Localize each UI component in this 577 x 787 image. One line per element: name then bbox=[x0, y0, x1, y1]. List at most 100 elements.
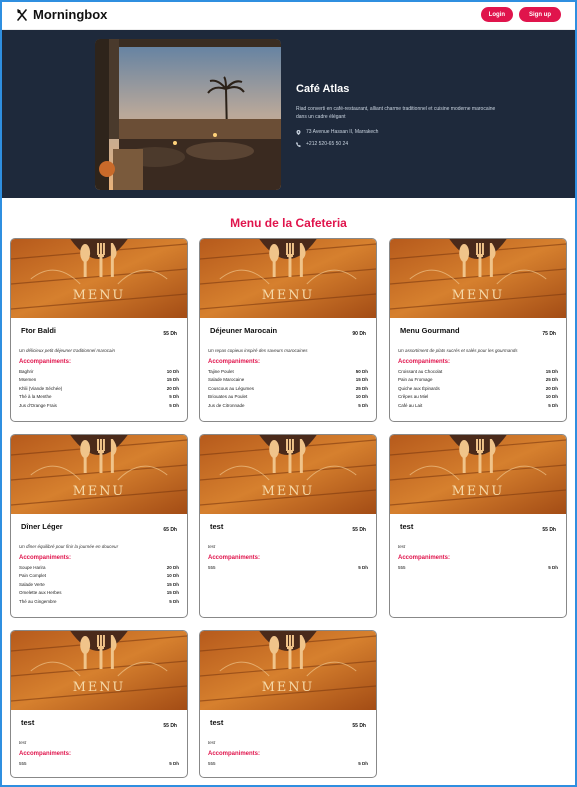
svg-text:MENU: MENU bbox=[73, 484, 125, 499]
menu-card[interactable]: MENU test 55 Dh test Accompaniments: 555… bbox=[199, 434, 377, 618]
accompaniment-item: Jus d'Orange Frais 5 Dh bbox=[19, 401, 179, 410]
accompaniment-name: Omelette aux Herbes bbox=[19, 590, 62, 596]
menu-card-title: test bbox=[21, 718, 35, 727]
accompaniment-name: 555 bbox=[19, 760, 27, 766]
accompaniment-name: Café au Lait bbox=[398, 402, 423, 408]
accompaniment-item: Pain au Fromage 25 Dh bbox=[398, 376, 558, 385]
utensils-icon bbox=[17, 8, 27, 21]
accompaniment-item: Baghrir 10 Dh bbox=[19, 367, 179, 376]
accompaniment-name: Khlii (Viande Séchée) bbox=[19, 385, 63, 391]
accompaniments-heading: Accompaniments: bbox=[398, 359, 451, 365]
accompaniment-item: Jus de Citronnade 5 Dh bbox=[208, 401, 368, 410]
cafe-photo bbox=[95, 39, 281, 190]
accompaniment-item: Msemen 15 Dh bbox=[19, 376, 179, 385]
accompaniment-item: Soupe Harira 20 Dh bbox=[19, 563, 179, 572]
menu-card[interactable]: MENU Menu Gourmand 75 Dh Un assortiment … bbox=[389, 238, 567, 422]
accompaniment-name: Jus de Citronnade bbox=[208, 402, 245, 408]
svg-text:MENU: MENU bbox=[452, 288, 504, 303]
menu-card-description: Un repas copieux inspiré des saveurs mar… bbox=[208, 348, 308, 353]
accompaniment-item: Thé au Gingembre 5 Dh bbox=[19, 597, 179, 606]
menu-card-title: test bbox=[400, 522, 414, 531]
accompaniment-price: 5 Dh bbox=[358, 564, 368, 570]
accompaniment-item: Pain Complet 10 Dh bbox=[19, 572, 179, 581]
cafe-address: 73 Avenue Hassan II, Marrakech bbox=[296, 129, 496, 135]
login-button[interactable]: Login bbox=[480, 7, 513, 22]
accompaniment-price: 25 Dh bbox=[545, 377, 558, 383]
navbar: Morningbox Login Sign up bbox=[0, 0, 577, 30]
accompaniment-name: 555 bbox=[208, 564, 216, 570]
menu-card-title: test bbox=[210, 522, 224, 531]
accompaniment-name: Salade Verte bbox=[19, 581, 45, 587]
accompaniment-name: Pain au Fromage bbox=[398, 377, 433, 383]
accompaniment-price: 15 Dh bbox=[166, 590, 179, 596]
cafe-description: Riad converti en café-restaurant, allian… bbox=[296, 106, 496, 120]
menu-card-price: 55 Dh bbox=[542, 527, 556, 533]
menu-card-description: test bbox=[398, 544, 406, 549]
menu-card-description: test bbox=[19, 740, 27, 745]
menu-card[interactable]: MENU Ftor Baldi 55 Dh Un délicieux petit… bbox=[10, 238, 188, 422]
accompaniment-item: Thé à la Menthe 5 Dh bbox=[19, 393, 179, 402]
accompaniment-price: 5 Dh bbox=[169, 394, 179, 400]
menu-card-title: Menu Gourmand bbox=[400, 326, 460, 335]
menu-card-price: 90 Dh bbox=[352, 331, 366, 337]
menu-card-title: Déjeuner Marocain bbox=[210, 326, 278, 335]
accompaniments-heading: Accompaniments: bbox=[19, 359, 72, 365]
accompaniment-name: Thé au Gingembre bbox=[19, 598, 57, 604]
menu-card[interactable]: MENU Déjeuner Marocain 90 Dh Un repas co… bbox=[199, 238, 377, 422]
accompaniment-item: 555 5 Dh bbox=[208, 759, 368, 768]
menu-card-price: 55 Dh bbox=[352, 723, 366, 729]
menu-card-price: 75 Dh bbox=[542, 331, 556, 337]
accompaniment-item: Quiche aux Épinards 20 Dh bbox=[398, 384, 558, 393]
accompaniment-item: Crêpes au Miel 10 Dh bbox=[398, 393, 558, 402]
accompaniments-heading: Accompaniments: bbox=[398, 555, 451, 561]
accompaniment-price: 20 Dh bbox=[166, 385, 179, 391]
accompaniment-item: Tajine Poulet 50 Dh bbox=[208, 367, 368, 376]
menu-card[interactable]: MENU Dîner Léger 65 Dh Un dîner équilibr… bbox=[10, 434, 188, 618]
menu-card-description: Un délicieux petit déjeuner traditionnel… bbox=[19, 348, 116, 353]
accompaniment-price: 15 Dh bbox=[355, 377, 368, 383]
location-pin-icon bbox=[296, 129, 301, 135]
cafe-phone: +212 520-65 50 24 bbox=[296, 141, 496, 147]
accompaniment-name: Soupe Harira bbox=[19, 564, 46, 570]
accompaniment-item: Briouates au Poulet 10 Dh bbox=[208, 393, 368, 402]
signup-button[interactable]: Sign up bbox=[519, 7, 561, 22]
accompaniment-item: Café au Lait 5 Dh bbox=[398, 401, 558, 410]
brand[interactable]: Morningbox bbox=[16, 7, 107, 22]
svg-text:MENU: MENU bbox=[262, 288, 314, 303]
menu-card-image: MENU bbox=[390, 435, 566, 514]
accompaniment-item: 555 5 Dh bbox=[208, 563, 368, 572]
menu-card[interactable]: MENU test 55 Dh test Accompaniments: 555… bbox=[199, 630, 377, 778]
accompaniment-price: 10 Dh bbox=[355, 394, 368, 400]
accompaniment-name: Salade Marocaine bbox=[208, 377, 245, 383]
menu-card-price: 55 Dh bbox=[163, 723, 177, 729]
svg-text:MENU: MENU bbox=[73, 680, 125, 695]
accompaniment-price: 5 Dh bbox=[358, 402, 368, 408]
menu-card-image: MENU bbox=[200, 239, 376, 318]
accompaniment-name: Tajine Poulet bbox=[208, 368, 234, 374]
menu-card-image: MENU bbox=[11, 239, 187, 318]
accompaniment-item: Khlii (Viande Séchée) 20 Dh bbox=[19, 384, 179, 393]
accompaniment-price: 15 Dh bbox=[545, 368, 558, 374]
menu-card[interactable]: MENU test 55 Dh test Accompaniments: 555… bbox=[10, 630, 188, 778]
accompaniment-name: Jus d'Orange Frais bbox=[19, 402, 57, 408]
accompaniment-price: 15 Dh bbox=[166, 377, 179, 383]
menu-card-image: MENU bbox=[390, 239, 566, 318]
accompaniment-name: Msemen bbox=[19, 377, 37, 383]
accompaniment-price: 20 Dh bbox=[545, 385, 558, 391]
menu-card[interactable]: MENU test 55 Dh test Accompaniments: 555… bbox=[389, 434, 567, 618]
accompaniment-name: Thé à la Menthe bbox=[19, 394, 52, 400]
menu-card-image: MENU bbox=[11, 435, 187, 514]
accompaniments-heading: Accompaniments: bbox=[208, 555, 261, 561]
accompaniment-price: 15 Dh bbox=[166, 581, 179, 587]
cafe-name: Café Atlas bbox=[296, 83, 350, 95]
accompaniment-price: 5 Dh bbox=[169, 760, 179, 766]
accompaniment-name: Croissant au Chocolat bbox=[398, 368, 443, 374]
menu-card-price: 55 Dh bbox=[163, 331, 177, 337]
menu-card-description: Un assortiment de plats sucrés et salés … bbox=[398, 348, 518, 353]
accompaniment-item: 555 5 Dh bbox=[398, 563, 558, 572]
accompaniment-price: 25 Dh bbox=[355, 385, 368, 391]
accompaniment-price: 5 Dh bbox=[548, 402, 558, 408]
accompaniment-name: 555 bbox=[398, 564, 406, 570]
accompaniment-item: 555 5 Dh bbox=[19, 759, 179, 768]
accompaniment-name: Crêpes au Miel bbox=[398, 394, 429, 400]
